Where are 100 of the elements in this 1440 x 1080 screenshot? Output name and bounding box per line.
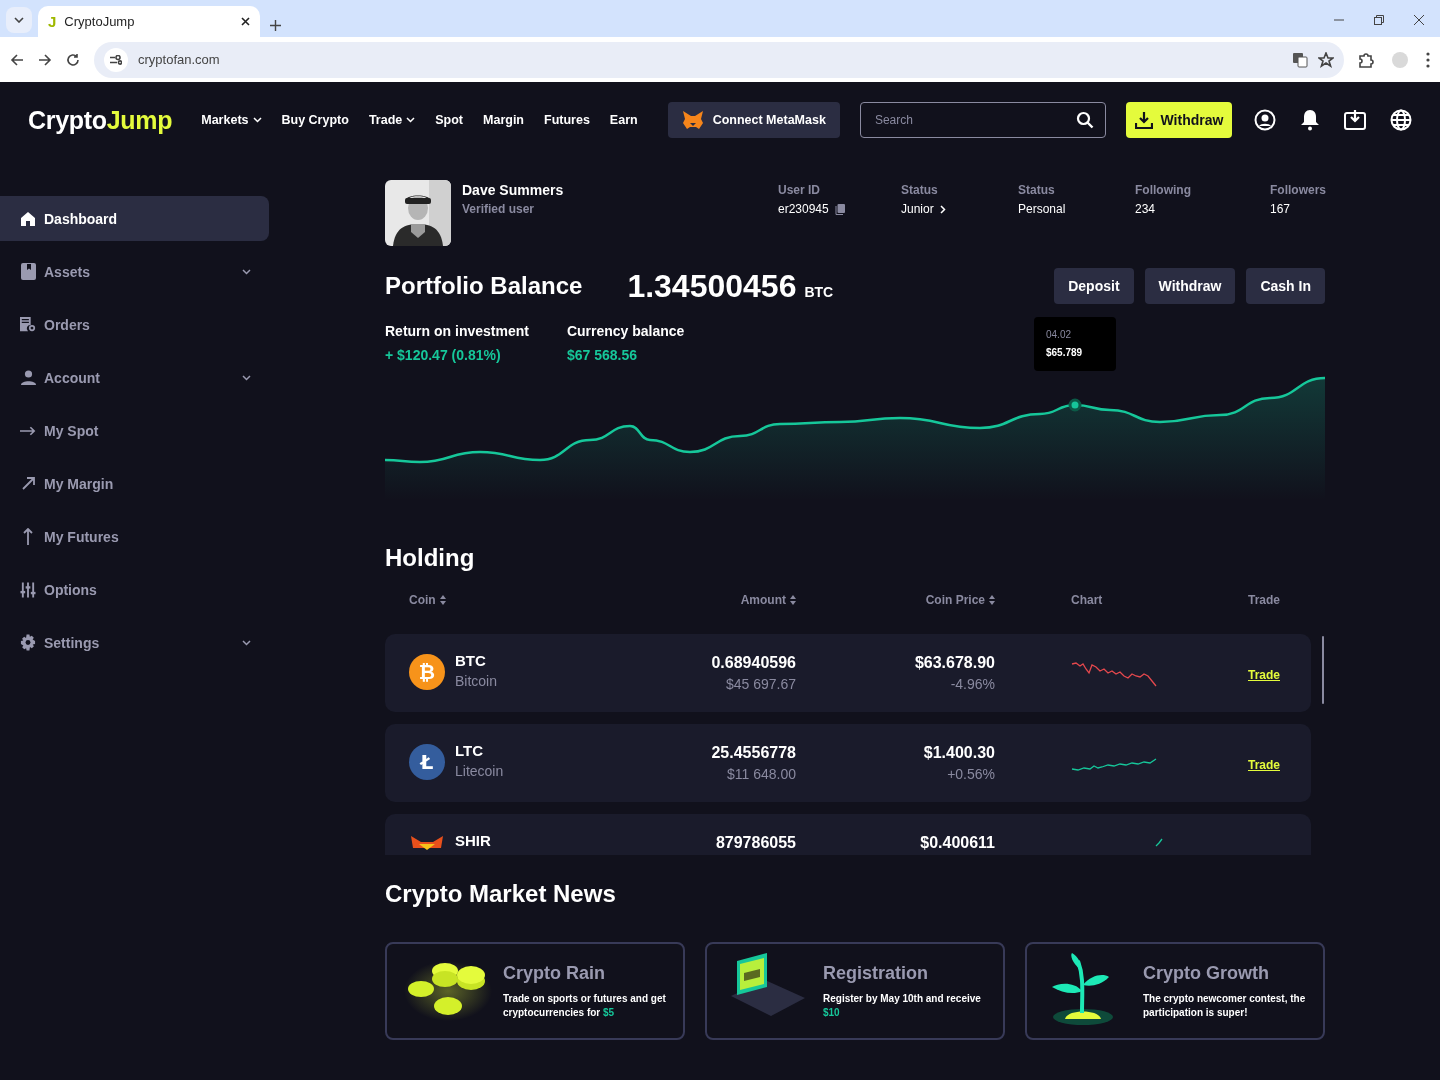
section-title: Holding — [385, 544, 476, 573]
puzzle-icon[interactable] — [1358, 51, 1374, 68]
arrow-right-icon — [20, 425, 36, 436]
new-tab-icon[interactable] — [270, 20, 281, 31]
stat-label: Followers — [1270, 183, 1325, 197]
tooltip-value: $65.789 — [1046, 347, 1084, 358]
coin-name: Litecoin — [455, 763, 504, 779]
trade-link[interactable]: Trade — [1248, 668, 1280, 682]
metric-value: $67 568.56 — [566, 347, 638, 363]
coin-icon: ₿ — [409, 654, 445, 690]
coin-price: $0.400611 — [919, 834, 995, 852]
nav-link[interactable]: Margin — [483, 113, 524, 127]
stat-value: Personal — [1018, 202, 1066, 216]
scrollbar[interactable] — [1322, 636, 1324, 704]
arrow-up-icon — [23, 528, 33, 545]
sidebar-item[interactable]: Orders — [0, 302, 269, 347]
stat-value: 167 — [1270, 202, 1291, 216]
sort-icon[interactable] — [790, 595, 796, 605]
connect-button[interactable]: Connect MetaMask — [667, 102, 840, 138]
section-title: Crypto Market News — [385, 880, 617, 909]
news-text: Register by May 10th and receive $10 — [823, 991, 982, 1020]
coin-amount: 25.4556778 — [710, 744, 796, 762]
site-settings-icon[interactable] — [110, 54, 122, 65]
news-card[interactable]: Crypto Rain Trade on sports or futures and get cryptocurrencies for $5 — [385, 942, 685, 1040]
column-header[interactable]: Coin Price — [925, 593, 985, 607]
search-field[interactable]: Search — [859, 102, 1106, 138]
user-subtitle: Verified user — [462, 202, 536, 216]
tab-title: CryptoJump — [64, 14, 136, 29]
fox-icon — [681, 110, 704, 130]
tab-list-button[interactable] — [6, 7, 32, 33]
news-title: Registration — [823, 962, 929, 984]
restore-icon[interactable] — [1374, 15, 1384, 25]
person-icon — [20, 370, 36, 385]
column-header: Trade — [1248, 593, 1280, 607]
column-header[interactable]: Amount — [740, 593, 786, 607]
amount-value: $11 648.00 — [725, 766, 796, 782]
user-icon[interactable] — [1254, 109, 1276, 131]
action-button[interactable]: Withdraw — [1144, 268, 1236, 304]
withdraw-button[interactable]: Withdraw — [1125, 102, 1232, 138]
coin-amount: 879786055 — [714, 834, 796, 852]
coin-amount: 0.68940596 — [710, 654, 796, 672]
sidebar-item[interactable]: My Margin — [0, 461, 269, 506]
stat-label: User ID — [778, 183, 822, 197]
action-button[interactable]: Cash In — [1246, 268, 1325, 304]
sidebar-item[interactable]: Account — [0, 355, 269, 400]
close-icon[interactable] — [1414, 15, 1424, 25]
star-icon[interactable] — [1318, 51, 1334, 68]
chevron-down-icon — [14, 17, 24, 23]
nav-link[interactable]: Earn — [609, 113, 638, 127]
nav-link[interactable]: Buy Crypto — [281, 113, 349, 127]
coin-symbol: LTC — [455, 742, 485, 759]
favicon: J — [48, 13, 57, 30]
receipt-icon — [20, 316, 36, 333]
address-bar[interactable]: cryptofan.com — [94, 41, 1344, 78]
sort-icon[interactable] — [439, 595, 446, 605]
search-icon[interactable] — [1075, 111, 1094, 129]
amount-value: $45 697.67 — [724, 676, 796, 692]
logo[interactable]: CryptoJump — [28, 105, 173, 135]
back-icon[interactable] — [10, 52, 24, 67]
sidebar-item[interactable]: Settings — [0, 620, 269, 665]
nav-link[interactable]: Futures — [544, 113, 590, 127]
bell-icon[interactable] — [1300, 109, 1320, 131]
arrow-up-right-icon — [21, 477, 35, 490]
stat-label: Status — [901, 183, 939, 197]
nav-link[interactable]: Trade — [368, 113, 416, 127]
sort-icon[interactable] — [989, 595, 995, 605]
nav-link[interactable]: Spot — [435, 113, 463, 127]
menu-icon[interactable] — [1426, 51, 1430, 68]
price-change: -4.96% — [949, 676, 995, 692]
balance-amount: 1.34500456 — [627, 267, 797, 305]
metric-label: Currency balance — [566, 323, 685, 339]
close-icon[interactable] — [241, 17, 250, 26]
nav-link[interactable]: Markets — [201, 113, 262, 127]
column-header[interactable]: Coin — [409, 593, 436, 607]
translate-icon[interactable] — [1292, 51, 1308, 68]
news-card[interactable]: Registration Register by May 10th and receive $10 — [705, 942, 1005, 1040]
tooltip-date: 04.02 — [1046, 329, 1073, 340]
news-card[interactable]: Crypto Growth The crypto newcomer contest, the participation is super! — [1025, 942, 1325, 1040]
globe-icon[interactable] — [1390, 109, 1412, 131]
reload-icon[interactable] — [66, 52, 80, 67]
sidebar-item[interactable]: My Futures — [0, 514, 269, 559]
stat-value: 234 — [1135, 202, 1156, 216]
chevron-right-icon — [939, 204, 946, 214]
action-button[interactable]: Deposit — [1054, 268, 1134, 304]
sidebar-item[interactable]: Assets — [0, 249, 269, 294]
inbox-download-icon[interactable] — [1344, 110, 1366, 130]
news-text: The crypto newcomer contest, the participation is super! — [1143, 991, 1307, 1020]
sidebar-item[interactable]: Options — [0, 567, 269, 612]
coin-icon: Ł — [409, 744, 445, 780]
copy-icon[interactable] — [834, 203, 845, 215]
column-header: Chart — [1071, 593, 1103, 607]
news-title: Crypto Rain — [503, 962, 606, 984]
metric-value: + $120.47 (0.81%) — [385, 347, 502, 363]
sidebar-item[interactable]: My Spot — [0, 408, 269, 453]
forward-icon[interactable] — [38, 52, 52, 67]
browser-tab[interactable]: J CryptoJump — [38, 6, 260, 37]
status-link[interactable]: Junior — [901, 202, 934, 216]
sidebar-item[interactable]: Dashboard — [0, 196, 269, 241]
trade-link[interactable]: Trade — [1248, 758, 1280, 772]
coin-symbol: BTC — [455, 652, 487, 669]
